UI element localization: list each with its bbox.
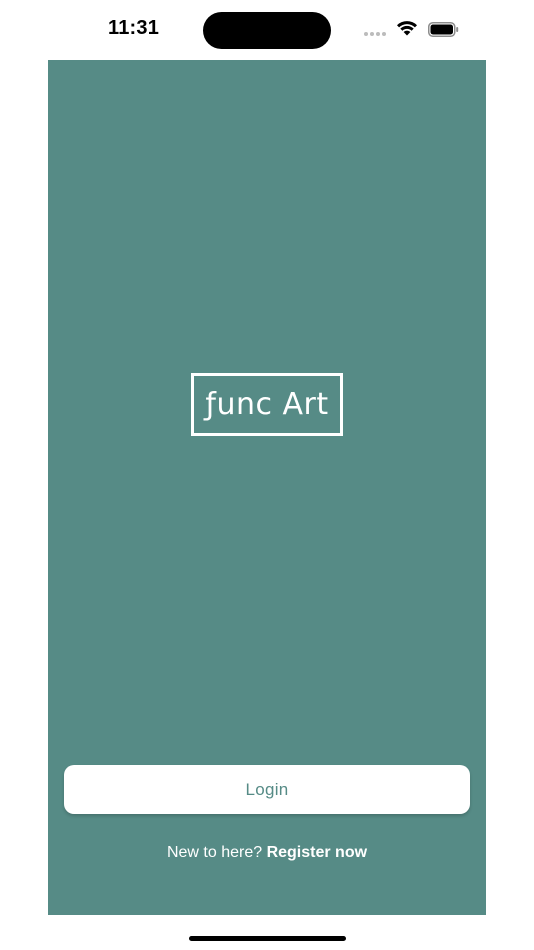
home-indicator[interactable] bbox=[189, 936, 346, 941]
logo-wordmark: unc Art bbox=[216, 387, 329, 422]
signal-icon bbox=[364, 32, 388, 37]
battery-icon bbox=[428, 22, 459, 37]
app-screen: 11:31 ƒ unc Art Login New to here? Regis… bbox=[0, 0, 534, 950]
brand-logo-text: ƒ unc Art bbox=[194, 376, 340, 433]
brand-logo: ƒ unc Art bbox=[191, 373, 343, 436]
login-button[interactable]: Login bbox=[64, 765, 470, 814]
wifi-icon bbox=[397, 21, 417, 36]
splash-background: ƒ unc Art Login New to here? Register now bbox=[48, 60, 486, 915]
logo-prefix: ƒ bbox=[205, 387, 217, 422]
status-bar: 11:31 bbox=[0, 0, 534, 60]
status-time: 11:31 bbox=[108, 17, 160, 39]
dynamic-island bbox=[203, 12, 331, 49]
register-link[interactable]: Register now bbox=[267, 844, 367, 861]
register-prompt: New to here? bbox=[166, 844, 263, 861]
register-row: New to here? Register now bbox=[48, 844, 486, 862]
